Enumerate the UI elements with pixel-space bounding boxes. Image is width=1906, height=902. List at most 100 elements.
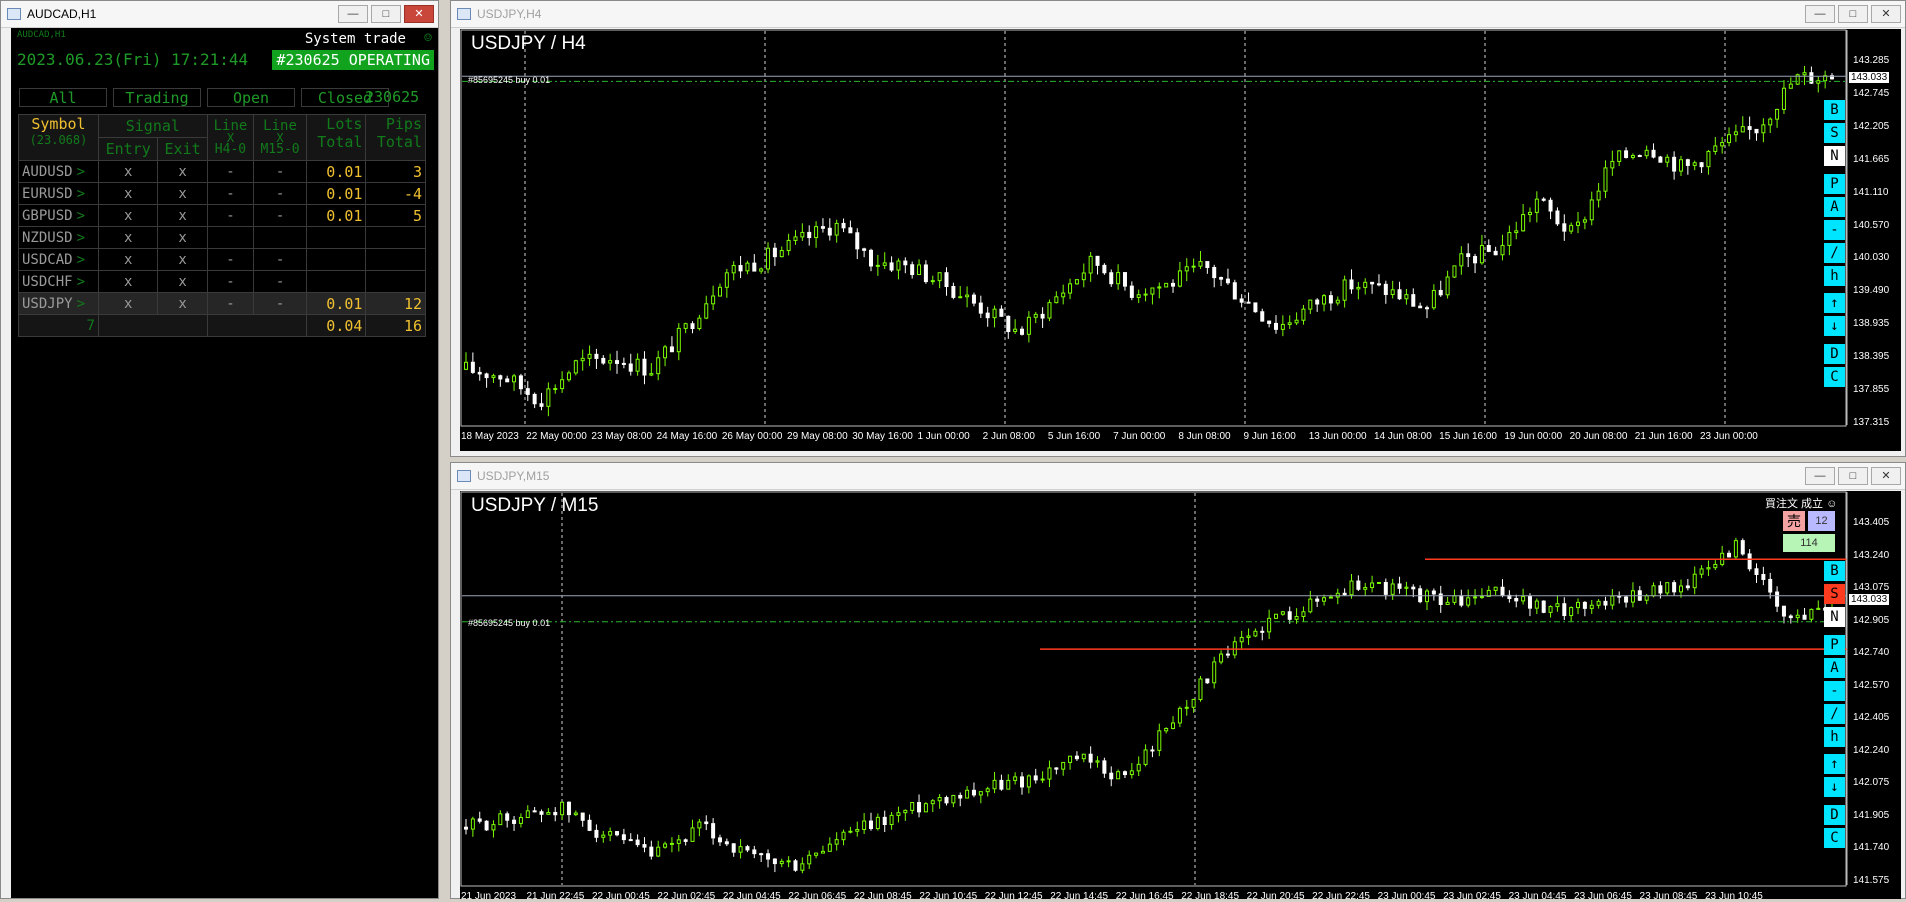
left-window: AUDCAD,H1 — □ ✕ AUDCAD,H1 System trade ☺… [0, 0, 439, 899]
side-button-8[interactable]: ↑ [1824, 754, 1845, 775]
table-row[interactable]: USDCHF > x x - - [18, 270, 426, 293]
bear-candle [1273, 322, 1278, 330]
side-button-2[interactable]: N [1824, 607, 1845, 627]
bear-candle [1624, 596, 1629, 603]
bear-candle [1624, 150, 1629, 158]
side-button-4[interactable]: A [1824, 196, 1845, 217]
row-expand-arrow-icon[interactable]: > [77, 296, 85, 312]
row-expand-arrow-icon[interactable]: > [77, 208, 85, 224]
tab-trading[interactable]: Trading [113, 88, 201, 107]
price-tick: 142.905 [1853, 614, 1890, 626]
side-button-4[interactable]: A [1824, 657, 1845, 678]
close-button[interactable]: ✕ [1871, 467, 1901, 485]
bear-candle [1315, 598, 1320, 602]
side-button-0[interactable]: B [1824, 561, 1845, 581]
side-button-10[interactable]: D [1824, 804, 1845, 825]
bull-candle [560, 379, 565, 390]
row-expand-arrow-icon[interactable]: > [77, 186, 85, 202]
side-button-7[interactable]: h [1824, 726, 1845, 747]
cell-h4: - [226, 295, 235, 312]
maximize-button[interactable]: □ [371, 5, 401, 23]
minimize-button[interactable]: — [338, 5, 368, 23]
bull-candle [1068, 755, 1073, 763]
bear-candle [1486, 245, 1491, 252]
bull-candle [1301, 611, 1306, 618]
side-button-5[interactable]: - [1824, 219, 1845, 240]
h4-titlebar[interactable]: USDJPY,H4 — □ ✕ [451, 1, 1905, 28]
sell-button[interactable]: 売 [1783, 511, 1805, 531]
bull-candle [525, 810, 530, 819]
bull-candle [951, 794, 956, 804]
side-button-11[interactable]: C [1824, 366, 1845, 387]
bear-candle [1205, 678, 1210, 684]
bull-candle [1177, 270, 1182, 287]
side-button-7[interactable]: h [1824, 265, 1845, 286]
m15-chart-area[interactable]: USDJPY / M15 #85695245 buy 0.01 143.033 … [460, 491, 1901, 902]
h4-chart-area[interactable]: USDJPY / H4 #85695245 buy 0.01 143.033 1… [460, 29, 1901, 451]
bear-candle [1788, 615, 1793, 619]
bull-candle [814, 852, 819, 856]
table-row[interactable]: USDJPY > x x - - 0.01 12 [18, 292, 426, 315]
minimize-button[interactable]: — [1805, 467, 1835, 485]
side-button-6[interactable]: / [1824, 703, 1845, 724]
side-button-1[interactable]: S [1824, 123, 1845, 143]
chart-window-icon [457, 470, 471, 482]
row-expand-arrow-icon[interactable]: > [77, 230, 85, 246]
bear-candle [1225, 278, 1230, 284]
side-button-11[interactable]: C [1824, 827, 1845, 848]
table-row[interactable]: AUDUSD > x x - - 0.01 3 [18, 160, 426, 183]
side-button-0[interactable]: B [1824, 100, 1845, 120]
bull-candle [1404, 294, 1409, 300]
maximize-button[interactable]: □ [1838, 5, 1868, 23]
bull-candle [1164, 282, 1169, 288]
bull-candle [1665, 582, 1670, 594]
side-button-2[interactable]: N [1824, 146, 1845, 166]
bull-candle [1617, 150, 1622, 162]
close-button[interactable]: ✕ [404, 5, 434, 23]
table-row[interactable]: NZDUSD > x x [18, 226, 426, 249]
bear-candle [1431, 590, 1436, 595]
bear-candle [539, 811, 544, 815]
time-tick: 22 Jun 08:45 [853, 891, 912, 902]
m15-titlebar[interactable]: USDJPY,M15 — □ ✕ [451, 463, 1905, 490]
table-row[interactable]: USDCAD > x x - - [18, 248, 426, 271]
row-expand-arrow-icon[interactable]: > [77, 252, 85, 268]
side-button-3[interactable]: P [1824, 173, 1845, 194]
side-button-5[interactable]: - [1824, 680, 1845, 701]
bull-candle [1713, 563, 1718, 569]
side-button-3[interactable]: P [1824, 634, 1845, 655]
header-pips: Pips [385, 115, 422, 133]
maximize-button[interactable]: □ [1838, 467, 1868, 485]
time-tick: 22 Jun 12:45 [984, 891, 1043, 902]
bull-candle [1795, 614, 1800, 619]
table-row[interactable]: GBPUSD > x x - - 0.01 5 [18, 204, 426, 227]
row-expand-arrow-icon[interactable]: > [77, 164, 85, 180]
time-tick: 5 Jun 16:00 [1047, 431, 1101, 442]
bull-candle [965, 789, 970, 799]
side-button-9[interactable]: ↓ [1824, 777, 1845, 798]
bear-candle [1747, 553, 1752, 570]
bull-candle [601, 834, 606, 838]
side-button-1[interactable]: S [1824, 584, 1845, 604]
cell-symbol: AUDUSD [22, 163, 73, 180]
side-button-10[interactable]: D [1824, 343, 1845, 364]
bull-candle [978, 791, 983, 796]
minimize-button[interactable]: — [1805, 5, 1835, 23]
side-button-8[interactable]: ↑ [1824, 293, 1845, 314]
row-expand-arrow-icon[interactable]: > [77, 274, 85, 290]
side-button-6[interactable]: / [1824, 242, 1845, 263]
bull-candle [1143, 749, 1148, 765]
tab-all[interactable]: All [19, 88, 107, 107]
left-titlebar[interactable]: AUDCAD,H1 — □ ✕ [1, 1, 438, 28]
table-row[interactable]: EURUSD > x x - - 0.01 -4 [18, 182, 426, 205]
side-button-9[interactable]: ↓ [1824, 316, 1845, 337]
plot-frame [460, 491, 1847, 887]
h4-chart-title: USDJPY / H4 [471, 33, 586, 54]
bull-candle [1040, 778, 1045, 781]
bear-candle [1727, 552, 1732, 558]
cell-m15: - [275, 251, 285, 268]
time-tick: 23 Jun 02:45 [1443, 891, 1501, 902]
bear-candle [745, 846, 750, 851]
close-button[interactable]: ✕ [1871, 5, 1901, 23]
tab-open[interactable]: Open [207, 88, 295, 107]
